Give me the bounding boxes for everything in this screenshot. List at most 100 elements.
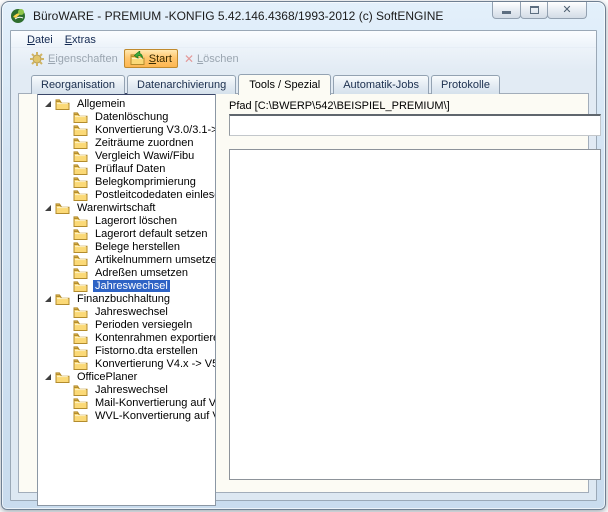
tree-item[interactable]: Prüflauf Daten (38, 162, 215, 175)
folder-icon (73, 319, 88, 331)
tree-item-label: Kontenrahmen exportieren (93, 332, 216, 344)
folder-icon (73, 150, 88, 162)
tree-item-label: Konvertierung V3.0/3.1->V4.0 (93, 124, 216, 136)
task-tree: AllgemeinDatenlöschungKonvertierung V3.0… (37, 93, 216, 506)
properties-icon (29, 51, 45, 66)
tree-item[interactable]: Adreßen umsetzen (38, 266, 215, 279)
output-panel (229, 149, 601, 480)
tab-automatik-jobs[interactable]: Automatik-Jobs (333, 75, 429, 94)
tree-item[interactable]: Belegkomprimierung (38, 175, 215, 188)
folder-icon (55, 293, 70, 305)
tree-item[interactable]: Warenwirtschaft (38, 201, 215, 214)
tree-item-label: Postleitcodedaten einlesen (93, 189, 216, 201)
tree-item-label: Jahreswechsel (93, 384, 170, 396)
toolbar: Eigenschaften Start ✕Löschen (11, 48, 596, 69)
start-icon (130, 51, 146, 66)
tree-item-label: WVL-Konvertierung auf V5.0 (93, 410, 216, 422)
folder-icon (73, 280, 88, 292)
tree-item[interactable]: Lagerort default setzen (38, 227, 215, 240)
tree-item[interactable]: Konvertierung V3.0/3.1->V4.0 (38, 123, 215, 136)
tab-protokolle[interactable]: Protokolle (431, 75, 500, 94)
tree-item-label: Finanzbuchhaltung (75, 293, 172, 305)
tree-item[interactable]: Vergleich Wawi/Fibu (38, 149, 215, 162)
tree-item[interactable]: Jahreswechsel (38, 305, 215, 318)
tree-item[interactable]: Finanzbuchhaltung (38, 292, 215, 305)
tree-item[interactable]: Postleitcodedaten einlesen (38, 188, 215, 201)
tree-item-label: Prüflauf Daten (93, 163, 167, 175)
folder-icon (73, 176, 88, 188)
tree-item[interactable]: Jahreswechsel (38, 383, 215, 396)
tree-item-label: Datenlöschung (93, 111, 170, 123)
window-title: BüroWARE - PREMIUM -KONFIG 5.42.146.4368… (33, 9, 443, 23)
client-area: DateiExtras Eigenschaften Start ✕Löschen R… (10, 30, 597, 501)
tree-item[interactable]: Konvertierung V4.x -> V5.0 (38, 357, 215, 370)
folder-icon (73, 215, 88, 227)
tree-item-label: Mail-Konvertierung auf V4.2 (93, 397, 216, 409)
tree-item-label: Adreßen umsetzen (93, 267, 190, 279)
tree-item[interactable]: Mail-Konvertierung auf V4.2 (38, 396, 215, 409)
folder-icon (73, 228, 88, 240)
tab-reorganisation[interactable]: Reorganisation (31, 75, 125, 94)
folder-icon (73, 358, 88, 370)
menu-bar: DateiExtras (11, 31, 596, 48)
tree-item-label: Vergleich Wawi/Fibu (93, 150, 196, 162)
tree-item[interactable]: WVL-Konvertierung auf V5.0 (38, 409, 215, 422)
maximize-icon (530, 6, 539, 14)
minimize-icon (502, 11, 511, 14)
folder-icon (73, 306, 88, 318)
tree-item[interactable]: Jahreswechsel (38, 279, 215, 292)
folder-icon (73, 241, 88, 253)
tab-content: AllgemeinDatenlöschungKonvertierung V3.0… (18, 93, 589, 493)
tree-item[interactable]: Belege herstellen (38, 240, 215, 253)
folder-icon (73, 397, 88, 409)
tree-item[interactable]: OfficePlaner (38, 370, 215, 383)
folder-icon (73, 189, 88, 201)
folder-icon (73, 124, 88, 136)
eigenschaften-button[interactable]: Eigenschaften (23, 49, 124, 68)
window-controls: ✕ (493, 2, 587, 19)
tree-item-label: Konvertierung V4.x -> V5.0 (93, 358, 216, 370)
tree-item-label-selected: Jahreswechsel (93, 280, 170, 292)
tree-item-label: Zeiträume zuordnen (93, 137, 195, 149)
folder-icon (73, 267, 88, 279)
folder-icon (55, 371, 70, 383)
tree-item-label: Perioden versiegeln (93, 319, 194, 331)
tree-item-label: Lagerort löschen (93, 215, 179, 227)
tab-tools-spezial[interactable]: Tools / Spezial (238, 74, 331, 95)
tab-bar: ReorganisationDatenarchivierungTools / S… (11, 69, 596, 93)
menu-item-datei[interactable]: Datei (21, 33, 59, 47)
tree-item[interactable]: Allgemein (38, 97, 215, 110)
tree-item[interactable]: Datenlöschung (38, 110, 215, 123)
folder-icon (73, 345, 88, 357)
folder-icon (73, 410, 88, 422)
tree-item-label: Lagerort default setzen (93, 228, 210, 240)
tree-item[interactable]: Artikelnummern umsetzen (38, 253, 215, 266)
expanded-triangle-icon[interactable] (45, 205, 51, 211)
folder-icon (73, 137, 88, 149)
tree-item-label: Belegkomprimierung (93, 176, 198, 188)
minimize-button[interactable] (492, 2, 521, 19)
title-bar[interactable]: BüroWARE - PREMIUM -KONFIG 5.42.146.4368… (2, 2, 605, 29)
expanded-triangle-icon[interactable] (45, 296, 51, 302)
tree-item[interactable]: Perioden versiegeln (38, 318, 215, 331)
tree-item[interactable]: Zeiträume zuordnen (38, 136, 215, 149)
start-button[interactable]: Start (124, 49, 178, 68)
close-icon: ✕ (562, 5, 571, 16)
expanded-triangle-icon[interactable] (45, 101, 51, 107)
loeschen-label: Löschen (197, 53, 239, 65)
loeschen-button[interactable]: ✕Löschen (178, 51, 245, 67)
tree-item[interactable]: Lagerort löschen (38, 214, 215, 227)
tab-datenarchivierung[interactable]: Datenarchivierung (127, 75, 236, 94)
tree-item[interactable]: Fistorno.dta erstellen (38, 344, 215, 357)
folder-icon (73, 332, 88, 344)
tree-item[interactable]: Kontenrahmen exportieren (38, 331, 215, 344)
menu-item-extras[interactable]: Extras (59, 33, 102, 47)
maximize-button[interactable] (520, 2, 548, 19)
expanded-triangle-icon[interactable] (45, 374, 51, 380)
app-logo-icon (10, 7, 27, 24)
start-label: Start (149, 53, 172, 65)
close-button[interactable]: ✕ (547, 2, 587, 19)
path-input[interactable] (229, 114, 601, 136)
folder-icon (55, 98, 70, 110)
tree-item-label: OfficePlaner (75, 371, 139, 383)
